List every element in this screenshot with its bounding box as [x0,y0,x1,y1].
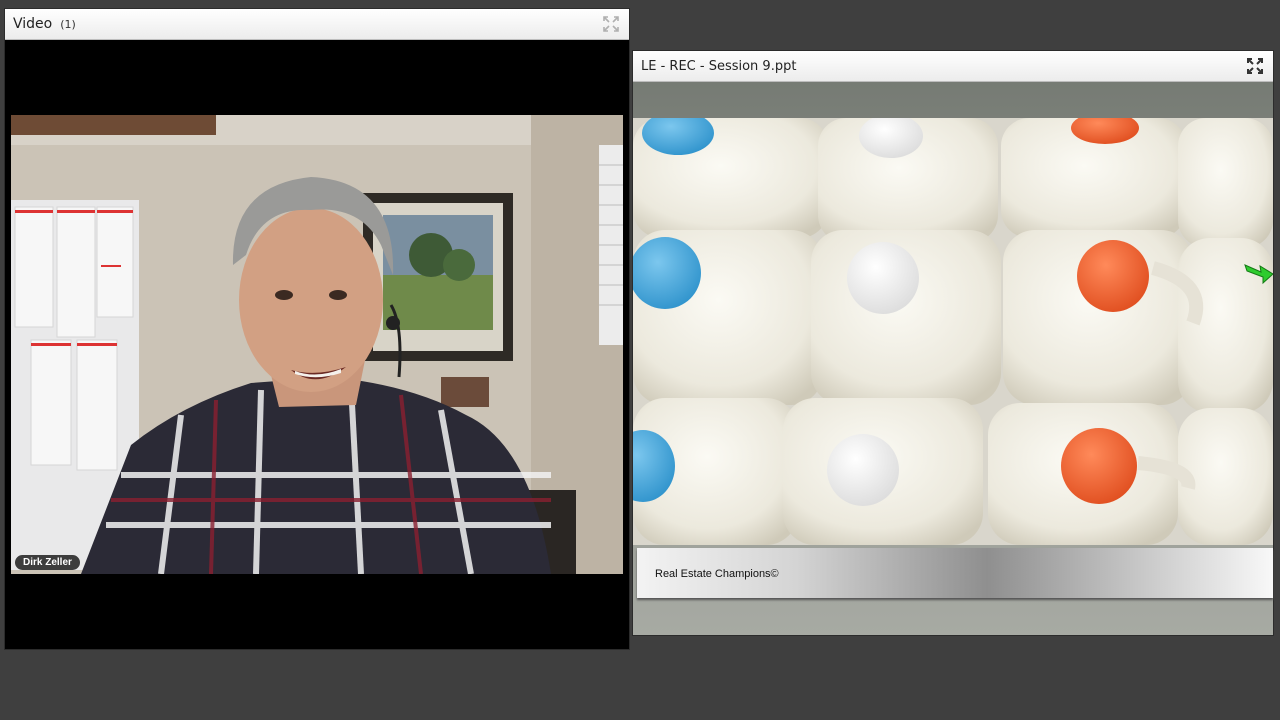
share-pod-title: LE - REC - Session 9.ppt [641,58,797,74]
webcam-feed-image [11,115,623,574]
expand-icon [603,16,619,32]
participant-name-tag: Dirk Zeller [15,555,80,570]
share-pod-header: LE - REC - Session 9.ppt [633,51,1273,82]
milk-jugs-image [633,118,1273,545]
video-pod: Video (1) Dirk Zeller [5,9,629,649]
expand-icon [1247,58,1263,74]
share-fullscreen-button[interactable] [1246,57,1264,75]
video-fullscreen-button[interactable] [602,15,620,33]
slide-photo [633,118,1273,545]
slide-footer: Real Estate Champions© [637,548,1273,598]
video-participant-count: (1) [60,17,76,31]
video-pod-header: Video (1) [5,9,629,40]
video-pod-title: Video [13,16,53,32]
share-pod: LE - REC - Session 9.ppt Real Estate Cha… [633,51,1273,635]
presentation-slide: Real Estate Champions© [633,82,1273,635]
participant-video: Dirk Zeller [11,115,623,574]
slide-footer-text: Real Estate Champions© [655,568,779,580]
